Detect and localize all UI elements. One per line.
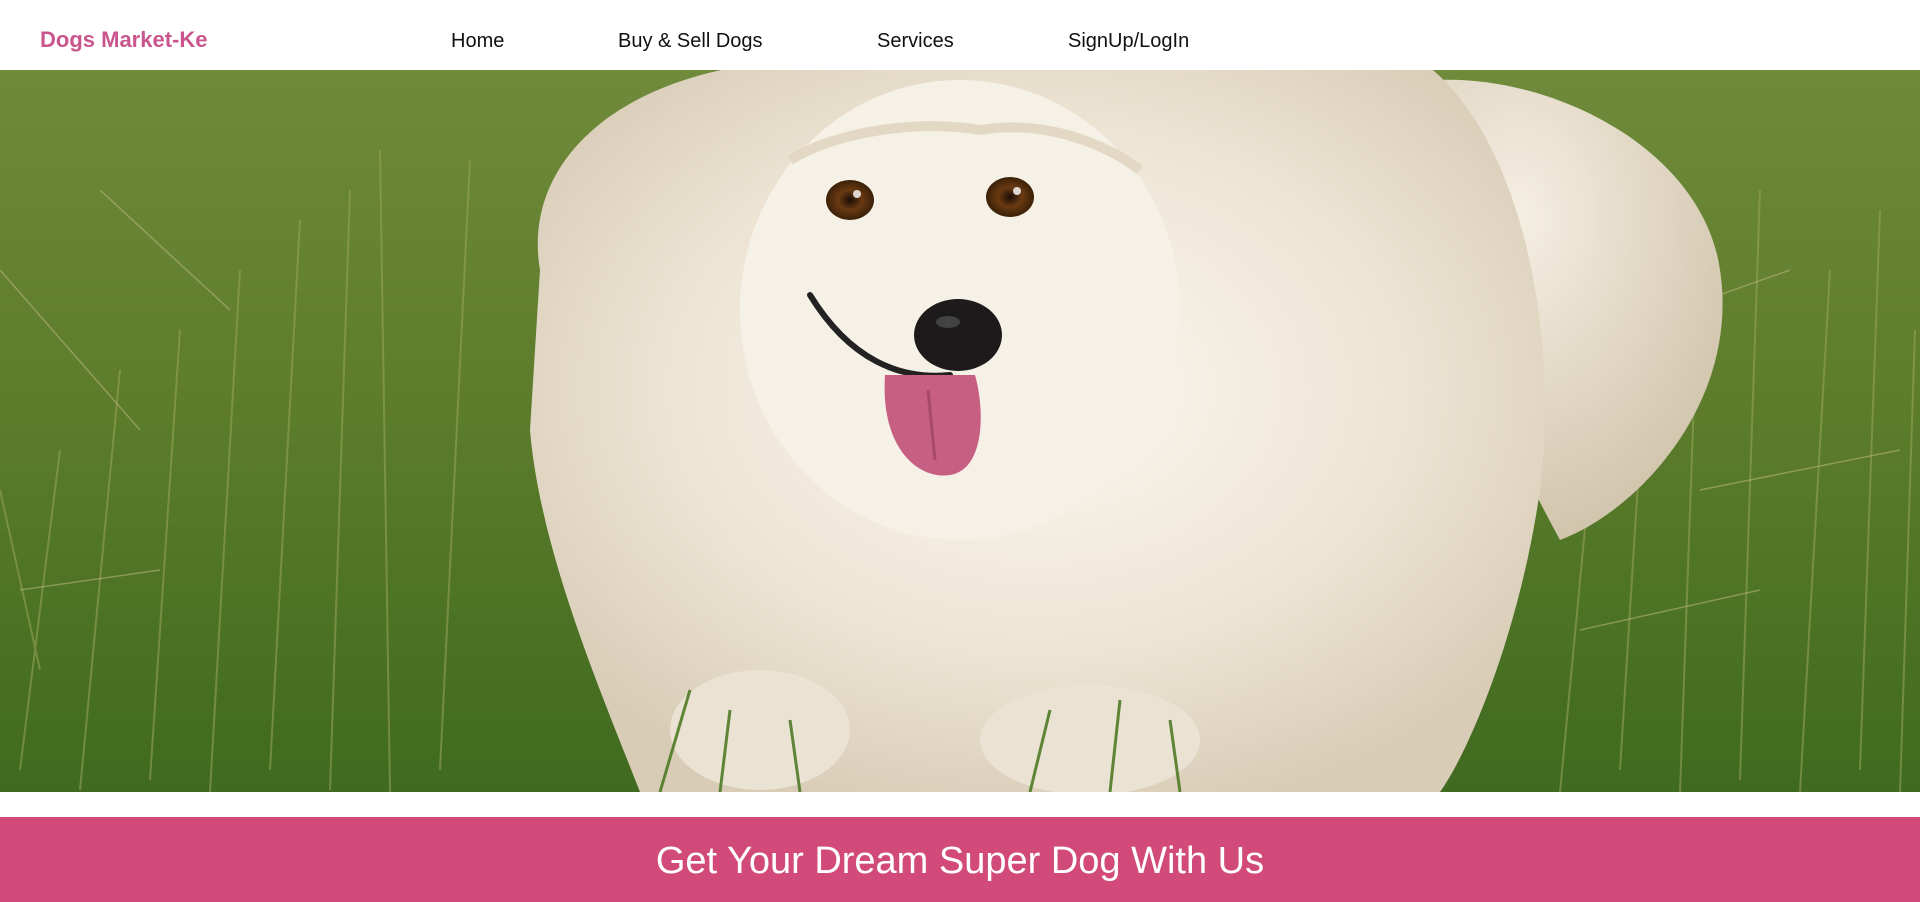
promo-banner: Get Your Dream Super Dog With Us <box>0 817 1920 902</box>
nav-services-link[interactable]: Services <box>877 28 954 54</box>
hero-image <box>0 70 1920 792</box>
top-navbar: Dogs Market-Ke Home Buy & Sell Dogs Serv… <box>0 0 1920 70</box>
nav-home-link[interactable]: Home <box>451 28 504 54</box>
brand-logo-link[interactable]: Dogs Market-Ke <box>40 26 207 54</box>
nav-buy-sell-link[interactable]: Buy & Sell Dogs <box>618 28 763 54</box>
dog-photo <box>0 70 1920 792</box>
banner-title: Get Your Dream Super Dog With Us <box>655 840 1265 882</box>
nav-signup-login-link[interactable]: SignUp/LogIn <box>1068 28 1189 54</box>
